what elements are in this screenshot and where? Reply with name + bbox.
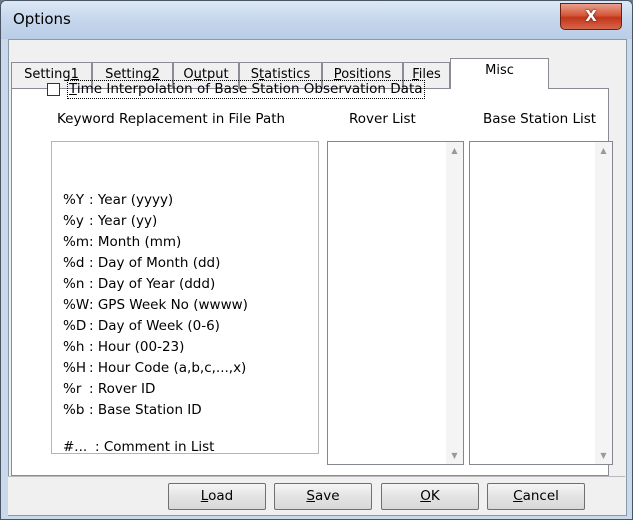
keyword-key: %r: [63, 381, 82, 397]
checkbox-label-text: ime Interpolation of Base Station Observ…: [76, 81, 423, 97]
scroll-down-icon[interactable]: ▼: [446, 447, 463, 464]
title-bar[interactable]: Options X: [1, 1, 632, 39]
tab-label: Setting: [24, 67, 71, 82]
keyword-desc: : Day of Year (ddd): [89, 276, 216, 292]
button-label: oad: [208, 488, 234, 504]
button-bar: Load Save OK Cancel: [8, 476, 625, 515]
keyword-key: %b: [63, 402, 85, 418]
keyword-key: %W: [63, 297, 90, 313]
keyword-desc: : Day of Month (dd): [89, 255, 221, 271]
keyword-desc: : Hour Code (a,b,c,...,x): [89, 360, 247, 376]
rover-list-box[interactable]: ▲ ▼: [327, 141, 464, 465]
keyword-replacement-heading: Keyword Replacement in File Path: [57, 111, 286, 127]
tab-label: Misc: [485, 63, 514, 78]
keyword-desc: : Month (mm): [89, 234, 182, 250]
tab-misc[interactable]: Misc: [450, 58, 549, 89]
keyword-key: %n: [63, 276, 85, 292]
button-label: K: [430, 488, 440, 504]
keyword-desc: : GPS Week No (wwww): [89, 297, 248, 313]
button-accelerator: S: [306, 488, 315, 504]
time-interpolation-checkbox[interactable]: [47, 83, 60, 96]
keyword-desc: : Hour (00-23): [89, 339, 185, 355]
scroll-up-icon[interactable]: ▲: [446, 142, 463, 159]
load-button[interactable]: Load: [168, 483, 266, 510]
button-label: ancel: [522, 488, 559, 504]
base-station-list-label: Base Station List: [483, 111, 597, 127]
base-station-list-box[interactable]: ▲ ▼: [469, 141, 613, 465]
save-button[interactable]: Save: [274, 483, 372, 510]
keyword-key: %D: [63, 318, 87, 334]
button-accelerator: C: [513, 488, 523, 504]
keyword-desc: : Year (yy): [89, 213, 158, 229]
keyword-key: %m: [63, 234, 89, 250]
checkbox-label-accelerator: T: [69, 81, 77, 97]
keyword-key: %y: [63, 213, 84, 229]
button-label: ave: [315, 488, 340, 504]
keyword-key: %d: [63, 255, 85, 271]
time-interpolation-label[interactable]: Time Interpolation of Base Station Obser…: [67, 80, 425, 99]
keyword-desc: : Base Station ID: [89, 402, 202, 418]
button-accelerator: L: [200, 488, 209, 504]
keyword-key: %Y: [63, 192, 85, 208]
keyword-key: %H: [63, 360, 86, 376]
keyword-desc: : Year (yyyy): [89, 192, 174, 208]
ok-button[interactable]: OK: [381, 483, 479, 510]
rover-list-scrollbar[interactable]: ▲ ▼: [446, 142, 463, 464]
close-button[interactable]: X: [560, 3, 622, 30]
scroll-down-icon[interactable]: ▼: [595, 447, 612, 464]
close-icon: X: [585, 7, 597, 25]
keyword-desc: : Day of Week (0-6): [89, 318, 220, 334]
keyword-desc: : Rover ID: [89, 381, 156, 397]
rover-list-label: Rover List: [349, 111, 416, 127]
keyword-desc: : Comment in List: [95, 439, 215, 455]
cancel-button[interactable]: Cancel: [487, 483, 585, 510]
window-title: Options: [13, 10, 71, 28]
keyword-key: #...: [63, 439, 88, 455]
base-station-list-scrollbar[interactable]: ▲ ▼: [595, 142, 612, 464]
scroll-up-icon[interactable]: ▲: [595, 142, 612, 159]
options-window: Options X Setting1 Setting2 Output Stati…: [0, 0, 633, 520]
button-accelerator: O: [420, 488, 431, 504]
keyword-key: %h: [63, 339, 85, 355]
